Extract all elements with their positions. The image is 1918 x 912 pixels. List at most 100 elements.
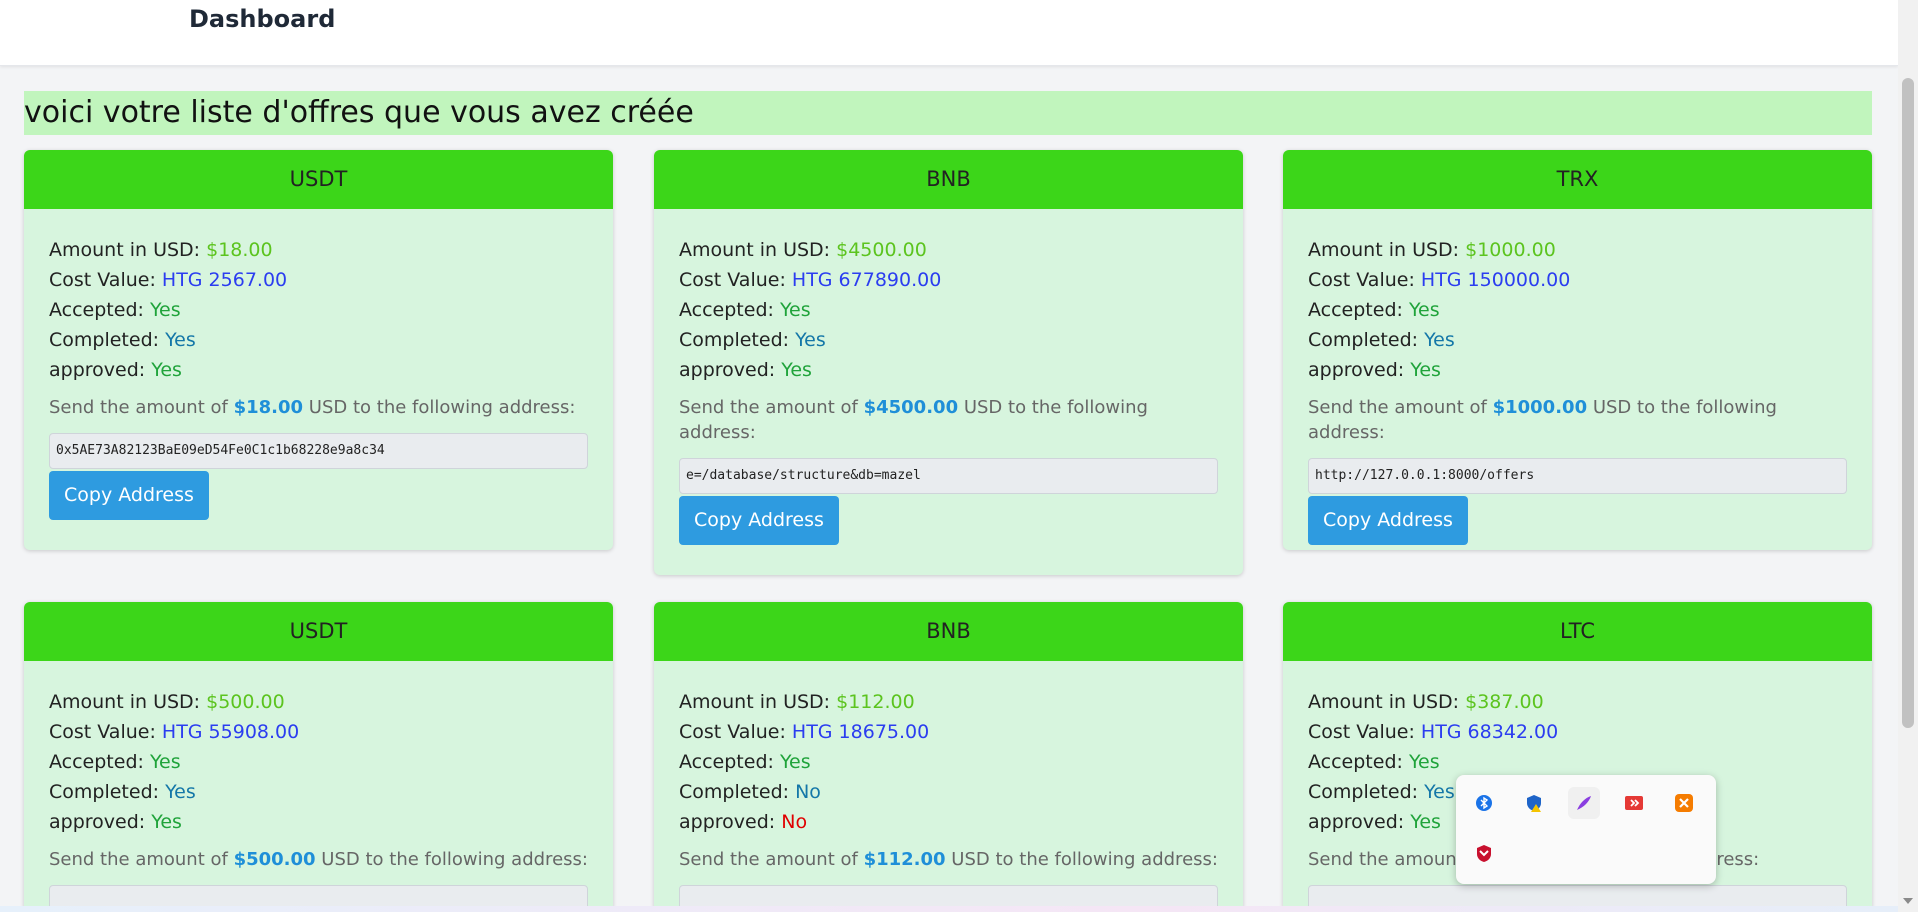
offer-currency: USDT xyxy=(24,150,613,209)
cost-row: Cost Value: HTG 18675.00 xyxy=(679,717,1218,747)
page-scrollbar[interactable] xyxy=(1898,0,1918,912)
copy-address-button[interactable]: Copy Address xyxy=(679,496,839,545)
accepted-row: Accepted: Yes xyxy=(1308,747,1847,777)
scrollbar-thumb[interactable] xyxy=(1902,78,1914,728)
approved-row: approved: Yes xyxy=(49,355,588,385)
cost-label: Cost Value: xyxy=(679,721,786,743)
cost-value: HTG 677890.00 xyxy=(791,269,942,291)
amount-value: $387.00 xyxy=(1465,691,1544,713)
completed-row: Completed: Yes xyxy=(49,777,588,807)
amount-row: Amount in USD: $1000.00 xyxy=(1308,235,1847,265)
amount-label: Amount in USD: xyxy=(679,239,831,261)
cost-label: Cost Value: xyxy=(49,721,156,743)
approved-value: Yes xyxy=(781,359,812,381)
send-instruction: Send the amount of $112.00 USD to the fo… xyxy=(679,847,1218,872)
offers-heading-banner: voici votre liste d'offres que vous avez… xyxy=(24,91,1872,135)
send-suffix: USD to the following address: xyxy=(321,849,588,870)
copy-address-button[interactable]: Copy Address xyxy=(49,471,209,520)
anydesk-icon[interactable] xyxy=(1618,787,1650,819)
approved-row: approved: Yes xyxy=(49,807,588,837)
approved-label: approved: xyxy=(1308,811,1405,833)
send-instruction: Send the amount of $18.00 USD to the fol… xyxy=(49,395,588,420)
approved-value: No xyxy=(781,811,808,833)
amount-label: Amount in USD: xyxy=(49,691,201,713)
cost-row: Cost Value: HTG 150000.00 xyxy=(1308,265,1847,295)
cost-value: HTG 2567.00 xyxy=(161,269,288,291)
xampp-icon[interactable] xyxy=(1668,787,1700,819)
approved-value: Yes xyxy=(151,811,182,833)
completed-value: Yes xyxy=(165,781,196,803)
cost-row: Cost Value: HTG 677890.00 xyxy=(679,265,1218,295)
security-shield-icon[interactable] xyxy=(1518,787,1550,819)
address-field[interactable]: e=/database/structure&db=mazel xyxy=(679,458,1218,494)
amount-row: Amount in USD: $387.00 xyxy=(1308,687,1847,717)
send-instruction: Send the amount of $1000.00 USD to the f… xyxy=(1308,395,1847,445)
offer-card: USDT Amount in USD: $500.00 Cost Value: … xyxy=(24,602,613,912)
accepted-row: Accepted: Yes xyxy=(49,747,588,777)
accepted-value: Yes xyxy=(779,299,811,321)
taskbar-edge xyxy=(0,906,1898,912)
amount-row: Amount in USD: $4500.00 xyxy=(679,235,1218,265)
send-amount: $4500.00 xyxy=(863,397,959,418)
approved-label: approved: xyxy=(1308,359,1405,381)
copy-address-button[interactable]: Copy Address xyxy=(1308,496,1468,545)
send-suffix: USD to the following address: xyxy=(308,397,576,418)
cost-row: Cost Value: HTG 55908.00 xyxy=(49,717,588,747)
approved-row: approved: Yes xyxy=(679,355,1218,385)
completed-label: Completed: xyxy=(49,329,160,351)
send-amount: $1000.00 xyxy=(1492,397,1588,418)
offer-currency: BNB xyxy=(654,602,1243,661)
amount-label: Amount in USD: xyxy=(679,691,831,713)
accepted-label: Accepted: xyxy=(1308,751,1403,773)
approved-value: Yes xyxy=(151,359,182,381)
completed-label: Completed: xyxy=(679,781,790,803)
send-instruction: Send the amount of $500.00 USD to the fo… xyxy=(49,847,588,872)
cost-label: Cost Value: xyxy=(1308,721,1415,743)
address-field[interactable]: http://127.0.0.1:8000/offers xyxy=(1308,458,1847,494)
top-navbar: Dashboard xyxy=(0,0,1898,66)
accepted-value: Yes xyxy=(149,751,181,773)
feather-icon[interactable] xyxy=(1568,787,1600,819)
send-instruction: Send the amount of $4500.00 USD to the f… xyxy=(679,395,1218,445)
system-tray-overflow xyxy=(1456,775,1716,884)
address-field[interactable]: 0x5AE73A82123BaE09eD54Fe0C1c1b68228e9a8c… xyxy=(49,433,588,469)
accepted-label: Accepted: xyxy=(679,299,774,321)
approved-row: approved: Yes xyxy=(1308,355,1847,385)
send-prefix: Send the amount of xyxy=(1308,397,1487,418)
accepted-value: Yes xyxy=(779,751,811,773)
send-prefix: Send the amount of xyxy=(49,849,228,870)
amount-value: $4500.00 xyxy=(836,239,927,261)
completed-label: Completed: xyxy=(49,781,160,803)
cost-value: HTG 150000.00 xyxy=(1420,269,1571,291)
approved-row: approved: No xyxy=(679,807,1218,837)
bluetooth-icon[interactable] xyxy=(1468,787,1500,819)
completed-value: Yes xyxy=(1424,781,1455,803)
completed-label: Completed: xyxy=(679,329,790,351)
approved-value: Yes xyxy=(1410,359,1441,381)
cost-value: HTG 18675.00 xyxy=(791,721,930,743)
offer-currency: BNB xyxy=(654,150,1243,209)
page-title: Dashboard xyxy=(189,5,336,33)
amount-value: $1000.00 xyxy=(1465,239,1556,261)
accepted-label: Accepted: xyxy=(1308,299,1403,321)
approved-label: approved: xyxy=(49,811,146,833)
approved-label: approved: xyxy=(49,359,146,381)
completed-label: Completed: xyxy=(1308,329,1419,351)
mcafee-icon[interactable] xyxy=(1468,837,1500,869)
offer-currency: TRX xyxy=(1283,150,1872,209)
offers-heading: voici votre liste d'offres que vous avez… xyxy=(24,95,694,130)
cost-value: HTG 55908.00 xyxy=(161,721,300,743)
amount-label: Amount in USD: xyxy=(1308,239,1460,261)
offer-card: BNB Amount in USD: $112.00 Cost Value: H… xyxy=(654,602,1243,912)
approved-label: approved: xyxy=(679,811,776,833)
amount-value: $18.00 xyxy=(206,239,273,261)
amount-value: $112.00 xyxy=(836,691,915,713)
accepted-value: Yes xyxy=(1408,299,1440,321)
completed-row: Completed: Yes xyxy=(1308,325,1847,355)
offer-card: TRX Amount in USD: $1000.00 Cost Value: … xyxy=(1283,150,1872,550)
cost-label: Cost Value: xyxy=(679,269,786,291)
amount-value: $500.00 xyxy=(206,691,285,713)
send-amount: $18.00 xyxy=(233,397,304,418)
cost-row: Cost Value: HTG 68342.00 xyxy=(1308,717,1847,747)
scroll-down-arrow-icon[interactable] xyxy=(1903,898,1913,904)
